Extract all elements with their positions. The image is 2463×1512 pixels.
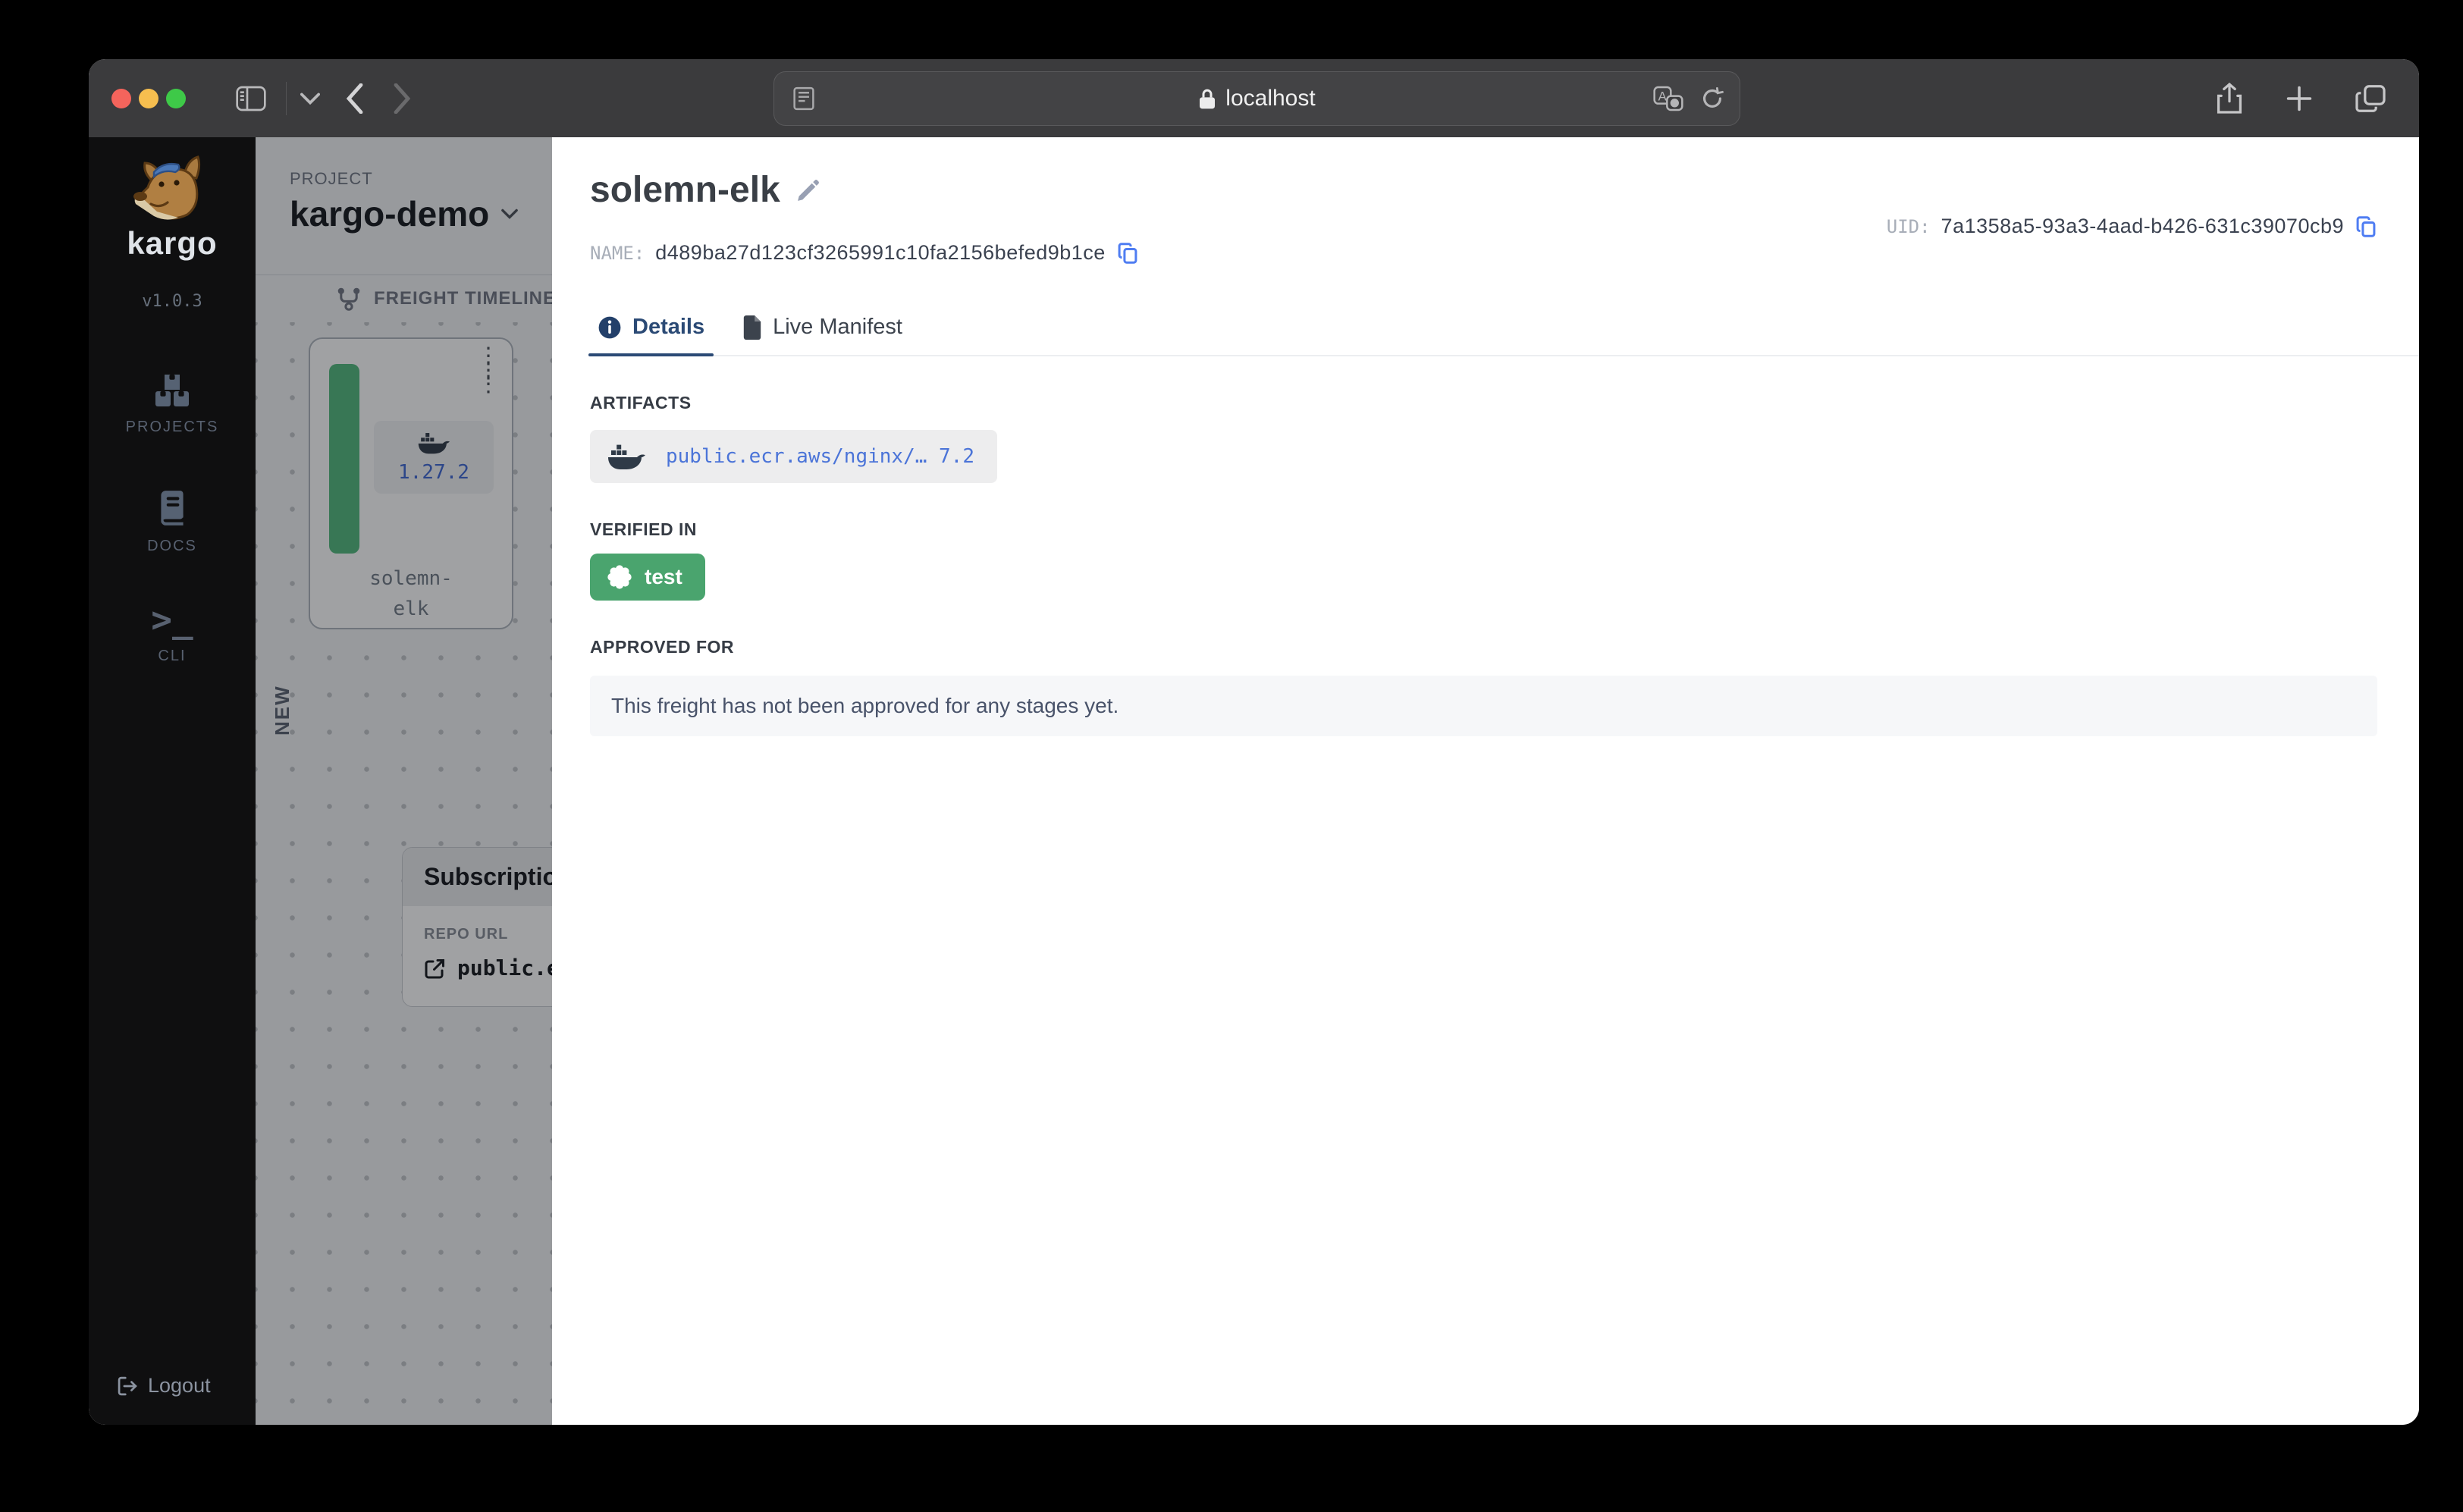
sidebar-item-label: CLI [158, 648, 186, 665]
sidebar-toggle-icon[interactable] [236, 86, 266, 111]
copy-icon[interactable] [2355, 215, 2377, 238]
verified-in-heading: VERIFIED IN [590, 519, 2377, 540]
kargo-logo [127, 154, 218, 230]
chevron-down-icon[interactable] [300, 93, 320, 105]
copy-icon[interactable] [1116, 242, 1139, 265]
sidebar-item-label: DOCS [147, 538, 197, 555]
freight-timeline-canvas: NEW ⋮⋮⋮ 1.27.2 [256, 322, 552, 1425]
forward-button[interactable] [393, 83, 411, 114]
new-tab-icon[interactable] [2286, 85, 2313, 112]
browser-titlebar: localhost A [89, 59, 2419, 137]
name-label: NAME: [590, 243, 645, 264]
verified-seal-icon [607, 564, 632, 590]
url-text: localhost [1225, 86, 1315, 111]
back-button[interactable] [346, 83, 364, 114]
verified-stage-badge[interactable]: test [590, 554, 705, 601]
url-bar[interactable]: localhost A [773, 71, 1740, 126]
browser-window: localhost A [89, 59, 2419, 1425]
approved-for-message: This freight has not been approved for a… [590, 676, 2377, 736]
drawer-tabs: Details Live Manifest [588, 307, 2419, 356]
svg-text:A: A [1658, 89, 1668, 104]
sidebar-item-docs[interactable]: DOCS [147, 489, 197, 555]
zoom-window-button[interactable] [166, 89, 186, 108]
traffic-lights [111, 89, 186, 108]
artifacts-heading: ARTIFACTS [590, 393, 2377, 413]
uid-label: UID: [1887, 216, 1931, 237]
titlebar-divider [286, 82, 287, 115]
share-icon[interactable] [2216, 82, 2243, 115]
logout-label: Logout [148, 1374, 211, 1398]
drawer-backdrop[interactable] [256, 137, 552, 1425]
file-icon [742, 315, 762, 340]
sidebar-item-projects[interactable]: PROJECTS [126, 373, 219, 436]
name-value: d489ba27d123cf3265991c10fa2156befed9b1ce [655, 241, 1106, 265]
app-sidebar: kargo v1.0.3 PROJECTS [89, 137, 256, 1425]
sidebar-item-cli[interactable]: >_ CLI [151, 602, 193, 665]
tab-label: Live Manifest [773, 315, 902, 340]
close-window-button[interactable] [111, 89, 131, 108]
uid-row: UID: 7a1358a5-93a3-4aad-b426-631c39070cb… [1887, 215, 2377, 238]
kargo-wordmark: kargo [127, 225, 217, 262]
tab-label: Details [632, 315, 704, 340]
tab-overview-icon[interactable] [2355, 85, 2386, 112]
info-icon [598, 315, 622, 340]
tab-live-manifest[interactable]: Live Manifest [733, 307, 911, 355]
stage-name: test [645, 565, 682, 589]
translate-icon[interactable]: A [1653, 86, 1683, 111]
terminal-icon: >_ [151, 602, 193, 637]
lock-icon [1198, 87, 1216, 110]
app-version: v1.0.3 [142, 292, 202, 311]
artifact-link: public.ecr.aws/nginx/… 7.2 [666, 445, 974, 468]
logout-button[interactable]: Logout [116, 1374, 211, 1398]
approved-for-heading: APPROVED FOR [590, 637, 2377, 657]
logout-icon [116, 1375, 139, 1398]
tab-details[interactable]: Details [588, 307, 714, 355]
reload-icon[interactable] [1700, 86, 1724, 111]
docs-icon [153, 489, 191, 527]
sidebar-item-label: PROJECTS [126, 419, 219, 436]
projects-icon [152, 373, 192, 408]
minimize-window-button[interactable] [139, 89, 158, 108]
name-row: NAME: d489ba27d123cf3265991c10fa2156befe… [590, 241, 2377, 265]
freight-details-drawer: solemn-elk UID: 7a1358a5-93a3-4aad-b426-… [552, 137, 2419, 1425]
uid-value: 7a1358a5-93a3-4aad-b426-631c39070cb9 [1941, 215, 2344, 238]
docker-icon [607, 442, 646, 471]
reader-view-icon[interactable] [791, 86, 817, 111]
artifact-chip[interactable]: public.ecr.aws/nginx/… 7.2 [590, 430, 997, 483]
edit-pencil-icon[interactable] [795, 177, 821, 203]
freight-title: solemn-elk [590, 169, 780, 211]
project-page-strip: PROJECT kargo-demo FRE [256, 137, 552, 1425]
